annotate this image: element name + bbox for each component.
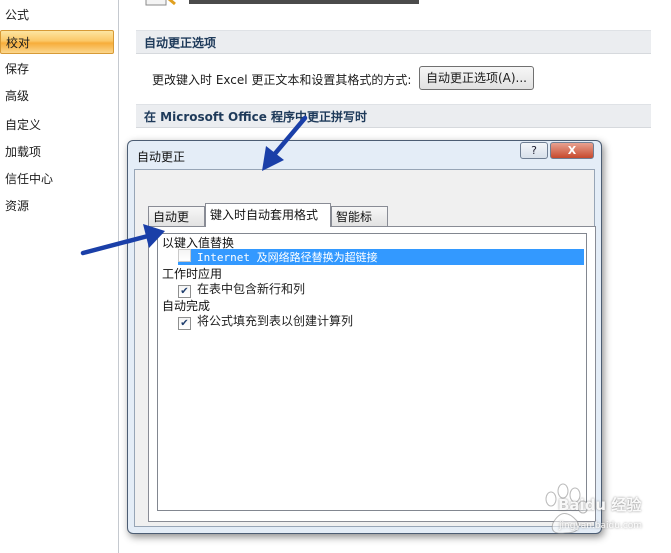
nav-item-proofing[interactable]: 校对 [0,30,114,54]
option-label: 将公式填充到表以创建计算列 [197,314,354,328]
tab-smart-tags[interactable]: 智能标记 [331,206,388,244]
checkbox-fill-formulas[interactable]: ✔ [178,317,191,330]
autocorrect-description: 更改键入时 Excel 更正文本和设置其格式的方式: [152,73,412,87]
dialog-title: 自动更正 [137,150,186,164]
option-label: Internet 及网络路径替换为超链接 [197,251,378,264]
option-include-new-rows-columns[interactable]: ✔ 在表中包含新行和列 [178,281,306,298]
section-title-autocorrect: 自动更正选项 [136,30,651,54]
section-title-spelling: 在 Microsoft Office 程序中更正拼写时 [136,104,651,128]
group-autocomplete: 自动完成 [162,299,211,313]
options-nav: 公式 校对 保存 高级 自定义 加载项 信任中心 资源 [0,0,119,553]
tab-autoformat-as-you-type[interactable]: 键入时自动套用格式 [205,203,331,227]
help-button[interactable]: ? [520,142,548,159]
nav-item-customize[interactable]: 自定义 [0,113,114,137]
nav-item-formulas[interactable]: 公式 [0,3,114,27]
nav-item-save[interactable]: 保存 [0,57,114,81]
group-apply-as-you-work: 工作时应用 [162,267,223,281]
nav-item-resources[interactable]: 资源 [0,194,114,218]
options-list[interactable]: 以键入值替换 Internet 及网络路径替换为超链接 工作时应用 ✔ 在表中包含… [157,233,587,511]
page-header-fragment [189,0,419,4]
tab-autocorrect[interactable]: 自动更正 [148,206,205,244]
option-label: 在表中包含新行和列 [197,282,306,296]
close-button[interactable]: X [550,142,594,159]
nav-item-advanced[interactable]: 高级 [0,84,114,108]
option-internet-hyperlinks[interactable]: Internet 及网络路径替换为超链接 [178,249,584,265]
watermark-url: jingyan.baidu.com [559,521,643,531]
option-fill-formulas[interactable]: ✔ 将公式填充到表以创建计算列 [178,313,354,330]
nav-item-addins[interactable]: 加载项 [0,140,114,164]
nav-item-trust-center[interactable]: 信任中心 [0,167,114,191]
watermark-text: Baidu 经验 [558,496,642,514]
proofing-header-icon [145,0,176,6]
autocorrect-options-button[interactable]: 自动更正选项(A)... [419,66,534,90]
checkbox-internet-hyperlinks[interactable] [178,249,191,262]
